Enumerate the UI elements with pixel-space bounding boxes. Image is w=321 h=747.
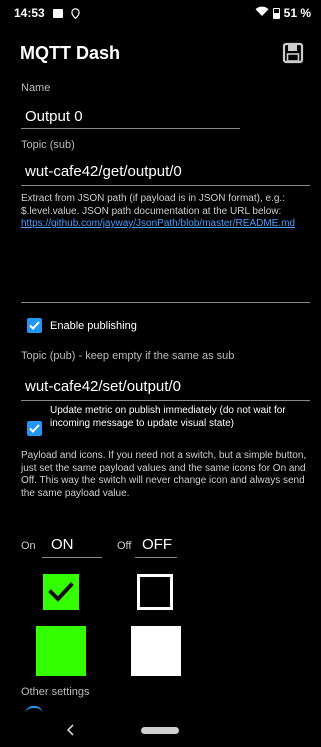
off-color-button[interactable]: [131, 626, 181, 676]
topic-sub-underline: [21, 185, 310, 186]
off-payload-field[interactable]: OFF: [142, 536, 172, 553]
off-label: Off: [117, 540, 132, 552]
status-bar: 14:53 51 %: [0, 0, 321, 26]
save-button[interactable]: [279, 39, 307, 67]
back-button[interactable]: [64, 720, 78, 740]
payload-help: Payload and icons. If you need not a swi…: [21, 450, 307, 499]
app-bar: MQTT Dash: [0, 26, 321, 80]
enable-publishing-checkbox[interactable]: [27, 318, 42, 333]
checkmark-icon: [48, 582, 74, 602]
name-field[interactable]: Output 0: [25, 108, 83, 125]
check-icon: [29, 321, 40, 330]
json-help: Extract from JSON path (if payload is in…: [21, 193, 309, 231]
update-metric-checkbox[interactable]: [27, 421, 42, 436]
on-payload-field[interactable]: ON: [51, 536, 74, 553]
location-icon: [71, 7, 80, 19]
battery-icon: [272, 7, 280, 19]
battery-percent: 51 %: [283, 6, 311, 20]
update-metric-label: Update metric on publish immediately (do…: [50, 405, 286, 429]
topic-pub-underline: [21, 400, 310, 401]
home-pill-icon[interactable]: [141, 727, 179, 734]
json-help-link[interactable]: https://github.com/jayway/JsonPath/blob/…: [21, 218, 295, 229]
name-label: Name: [21, 82, 51, 94]
status-time: 14:53: [14, 6, 45, 20]
on-color-button[interactable]: [36, 626, 86, 676]
notification-icon: [52, 8, 63, 18]
save-icon: [282, 42, 304, 64]
back-icon: [66, 724, 74, 736]
on-underline: [42, 557, 102, 558]
name-underline: [21, 128, 240, 129]
on-icon-button[interactable]: [43, 574, 79, 610]
topic-sub-label: Topic (sub): [21, 139, 75, 151]
json-help-text: Extract from JSON path (if payload is in…: [21, 193, 285, 217]
app-title: MQTT Dash: [20, 42, 121, 63]
topic-pub-label: Topic (pub) - keep empty if the same as …: [21, 350, 235, 362]
off-underline: [135, 557, 177, 558]
on-label: On: [21, 540, 36, 552]
topic-sub-field[interactable]: wut-cafe42/get/output/0: [25, 163, 182, 180]
off-icon-button[interactable]: [137, 574, 173, 610]
check-icon: [29, 424, 40, 433]
navigation-bar: [0, 712, 321, 747]
wifi-icon: [255, 6, 269, 20]
json-path-underline: [21, 302, 310, 303]
topic-pub-field[interactable]: wut-cafe42/set/output/0: [25, 378, 181, 395]
other-settings-label: Other settings: [21, 686, 90, 698]
enable-publishing-label: Enable publishing: [50, 320, 137, 332]
